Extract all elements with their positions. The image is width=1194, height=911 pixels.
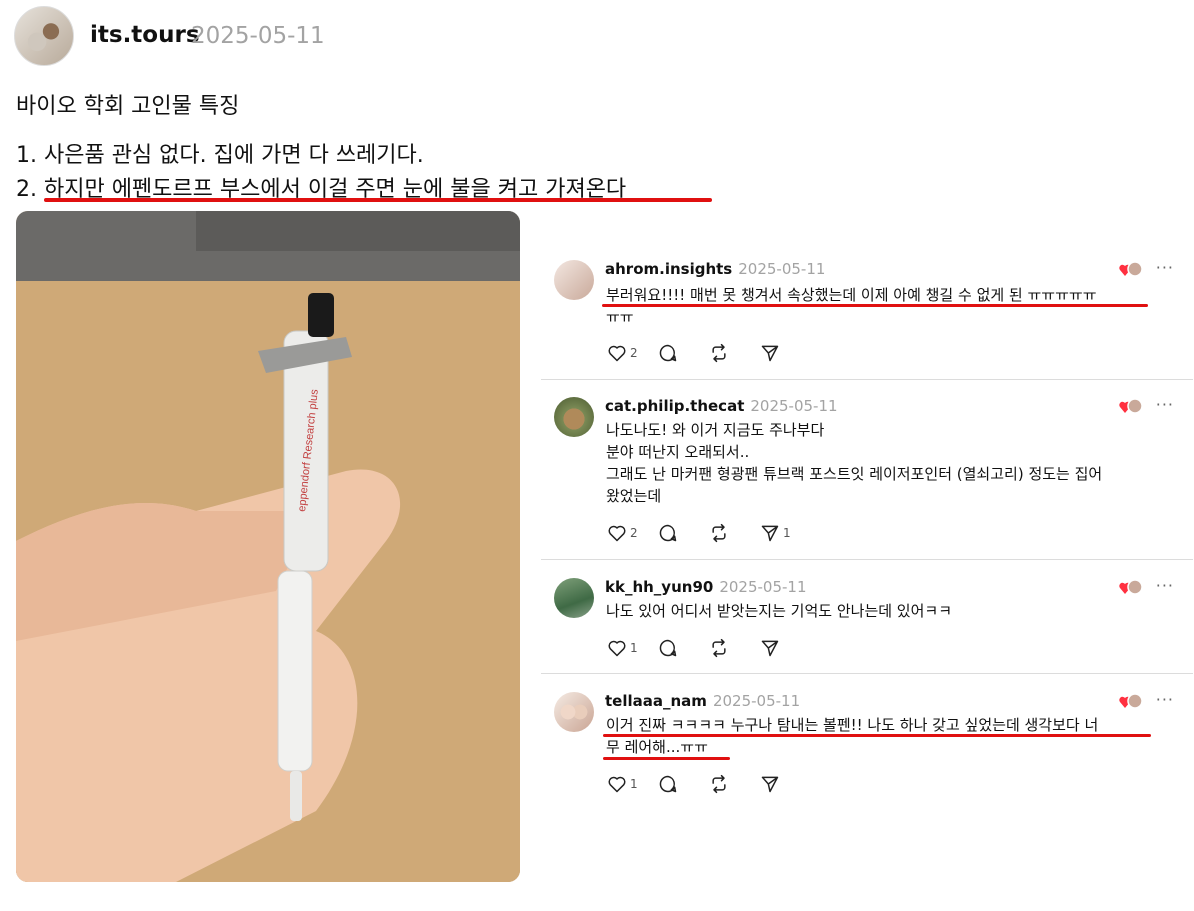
- comment-date: 2025-05-11: [712, 692, 801, 710]
- commenter-avatar[interactable]: [554, 397, 594, 437]
- comment-icon: [659, 524, 677, 542]
- more-icon[interactable]: ···: [1156, 690, 1174, 709]
- comment-date: 2025-05-11: [750, 397, 838, 415]
- more-icon[interactable]: ···: [1156, 576, 1174, 595]
- share-count: 1: [783, 526, 791, 540]
- comment-icon: [659, 344, 677, 362]
- comment-username[interactable]: cat.philip.thecat 2025-05-11: [605, 397, 838, 415]
- repost-icon: [712, 523, 726, 543]
- share-icon: [761, 776, 779, 793]
- heart-icon: [608, 525, 626, 542]
- repost-button[interactable]: [709, 638, 746, 658]
- post-photo[interactable]: eppendorf Research plus: [16, 211, 520, 882]
- comment-actions: 1: [607, 637, 811, 659]
- highlight-underline: [603, 734, 1151, 737]
- repost-button[interactable]: [709, 523, 746, 543]
- liked-by-author-icon: [1119, 693, 1143, 709]
- like-count: 2: [630, 346, 638, 360]
- comment-divider: [541, 559, 1193, 560]
- comment-item: kk_hh_yun90 2025-05-11 ··· 나도 있어 어디서 받앗는지…: [541, 576, 1193, 674]
- comment-username[interactable]: ahrom.insights 2025-05-11: [605, 260, 825, 278]
- highlight-underline: [603, 757, 730, 760]
- like-button[interactable]: 1: [607, 638, 644, 658]
- share-button[interactable]: [760, 638, 797, 658]
- like-button[interactable]: 1: [607, 774, 644, 794]
- like-count: 2: [630, 526, 638, 540]
- post-title: 바이오 학회 고인물 특징: [16, 94, 240, 119]
- commenter-avatar[interactable]: [554, 578, 594, 618]
- commenter-avatar[interactable]: [554, 260, 594, 300]
- like-count: 1: [630, 641, 638, 655]
- comment-date: 2025-05-11: [719, 578, 807, 596]
- repost-icon: [712, 343, 726, 363]
- heart-icon: [608, 776, 626, 793]
- comment-item: ahrom.insights 2025-05-11 ··· 부러워요!!!! 매번…: [541, 258, 1193, 380]
- comment-text: 나도나도! 와 이거 지금도 주나부다 분야 떠난지 오래되서.. 그래도 난 …: [606, 421, 1103, 505]
- more-icon[interactable]: ···: [1156, 395, 1174, 414]
- commenter-avatar[interactable]: [554, 692, 594, 732]
- post-username[interactable]: its.tours: [90, 22, 200, 48]
- comment-item: tellaaa_nam 2025-05-11 ··· 이거 진짜 ㅋㅋㅋㅋ 누구나…: [541, 690, 1193, 810]
- highlight-underline: [602, 304, 1148, 307]
- more-icon[interactable]: ···: [1156, 258, 1174, 277]
- liked-by-author-icon: [1119, 579, 1143, 595]
- comment-icon: [659, 775, 677, 793]
- like-count: 1: [630, 777, 638, 791]
- repost-icon: [712, 774, 726, 794]
- heart-icon: [608, 345, 626, 362]
- repost-button[interactable]: [709, 774, 746, 794]
- comment-item: cat.philip.thecat 2025-05-11 ··· 나도나도! 와 …: [541, 395, 1193, 560]
- liked-by-author-icon: [1119, 261, 1143, 277]
- comment-username[interactable]: tellaaa_nam 2025-05-11: [605, 692, 800, 710]
- comment-actions: 2: [607, 342, 811, 364]
- post-line-1: 1. 사은품 관심 없다. 집에 가면 다 쓰레기다.: [16, 143, 424, 168]
- share-button[interactable]: [760, 774, 797, 794]
- share-button[interactable]: 1: [760, 523, 797, 543]
- pipette-photo-illustration: [16, 211, 520, 882]
- repost-button[interactable]: [709, 343, 746, 363]
- author-avatar[interactable]: [14, 6, 74, 66]
- highlight-underline: [44, 198, 712, 202]
- post-date: 2025-05-11: [191, 23, 325, 49]
- comment-icon: [659, 639, 677, 657]
- heart-icon: [608, 640, 626, 657]
- comment-actions: 2 1: [607, 522, 811, 544]
- like-button[interactable]: 2: [607, 343, 644, 363]
- comment-divider: [541, 673, 1193, 674]
- comment-text: 나도 있어 어디서 받앗는지는 기억도 안나는데 있어ㅋㅋ: [606, 602, 953, 620]
- liked-by-author-icon: [1119, 398, 1143, 414]
- share-icon: [761, 525, 779, 542]
- share-icon: [761, 345, 779, 362]
- like-button[interactable]: 2: [607, 523, 644, 543]
- comment-actions: 1: [607, 773, 811, 795]
- reply-button[interactable]: [658, 523, 695, 543]
- share-icon: [761, 640, 779, 657]
- comment-username[interactable]: kk_hh_yun90 2025-05-11: [605, 578, 807, 596]
- reply-button[interactable]: [658, 638, 695, 658]
- comment-divider: [541, 379, 1193, 380]
- reply-button[interactable]: [658, 774, 695, 794]
- share-button[interactable]: [760, 343, 797, 363]
- comment-date: 2025-05-11: [738, 260, 826, 278]
- repost-icon: [712, 638, 726, 658]
- reply-button[interactable]: [658, 343, 695, 363]
